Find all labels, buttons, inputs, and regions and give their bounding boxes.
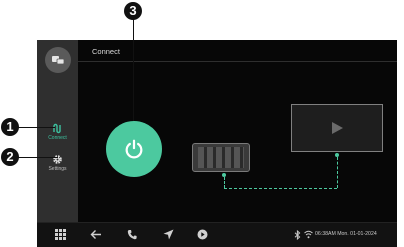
header-divider bbox=[78, 61, 397, 62]
sidebar-top-button[interactable] bbox=[45, 47, 71, 73]
callout-leader-line bbox=[133, 19, 134, 121]
phone-icon[interactable] bbox=[127, 229, 137, 240]
power-icon bbox=[125, 139, 143, 159]
apps-grid-icon[interactable] bbox=[55, 229, 66, 240]
display-device-illustration bbox=[291, 104, 383, 152]
callout-badge: 2 bbox=[1, 148, 19, 166]
media-play-icon[interactable] bbox=[197, 229, 208, 240]
callout-leader-line bbox=[18, 157, 58, 158]
callout-badge: 1 bbox=[1, 118, 19, 136]
status-datetime: 06:38AM Mon. 01-01-2024 bbox=[315, 231, 377, 237]
page-title: Connect bbox=[92, 47, 120, 56]
navigation-icon[interactable] bbox=[163, 229, 174, 240]
gear-icon bbox=[53, 155, 62, 164]
power-button[interactable] bbox=[106, 121, 162, 177]
back-arrow-icon[interactable] bbox=[90, 229, 102, 240]
bottom-bar: 06:38AM Mon. 01-01-2024 bbox=[37, 222, 397, 247]
play-icon bbox=[332, 122, 343, 134]
connection-line bbox=[337, 157, 338, 188]
phone-device-illustration bbox=[192, 143, 250, 172]
sidebar-item-label: Settings bbox=[48, 166, 67, 172]
callout-leader-line bbox=[18, 127, 55, 128]
head-unit-screen: Connect Settings Connect 06:38AM Mon. 01… bbox=[37, 40, 397, 247]
connect-icon bbox=[52, 123, 61, 134]
phone-screen bbox=[198, 147, 244, 168]
wifi-icon bbox=[304, 230, 313, 239]
connection-line bbox=[224, 177, 225, 188]
sidebar: Connect Settings bbox=[37, 40, 78, 223]
link-device-icon bbox=[52, 56, 65, 65]
sidebar-item-label: Connect bbox=[48, 135, 67, 141]
callout-badge: 3 bbox=[124, 2, 142, 20]
bluetooth-icon bbox=[294, 230, 301, 240]
sidebar-item-connect[interactable]: Connect bbox=[37, 123, 78, 141]
connection-line bbox=[224, 188, 337, 189]
